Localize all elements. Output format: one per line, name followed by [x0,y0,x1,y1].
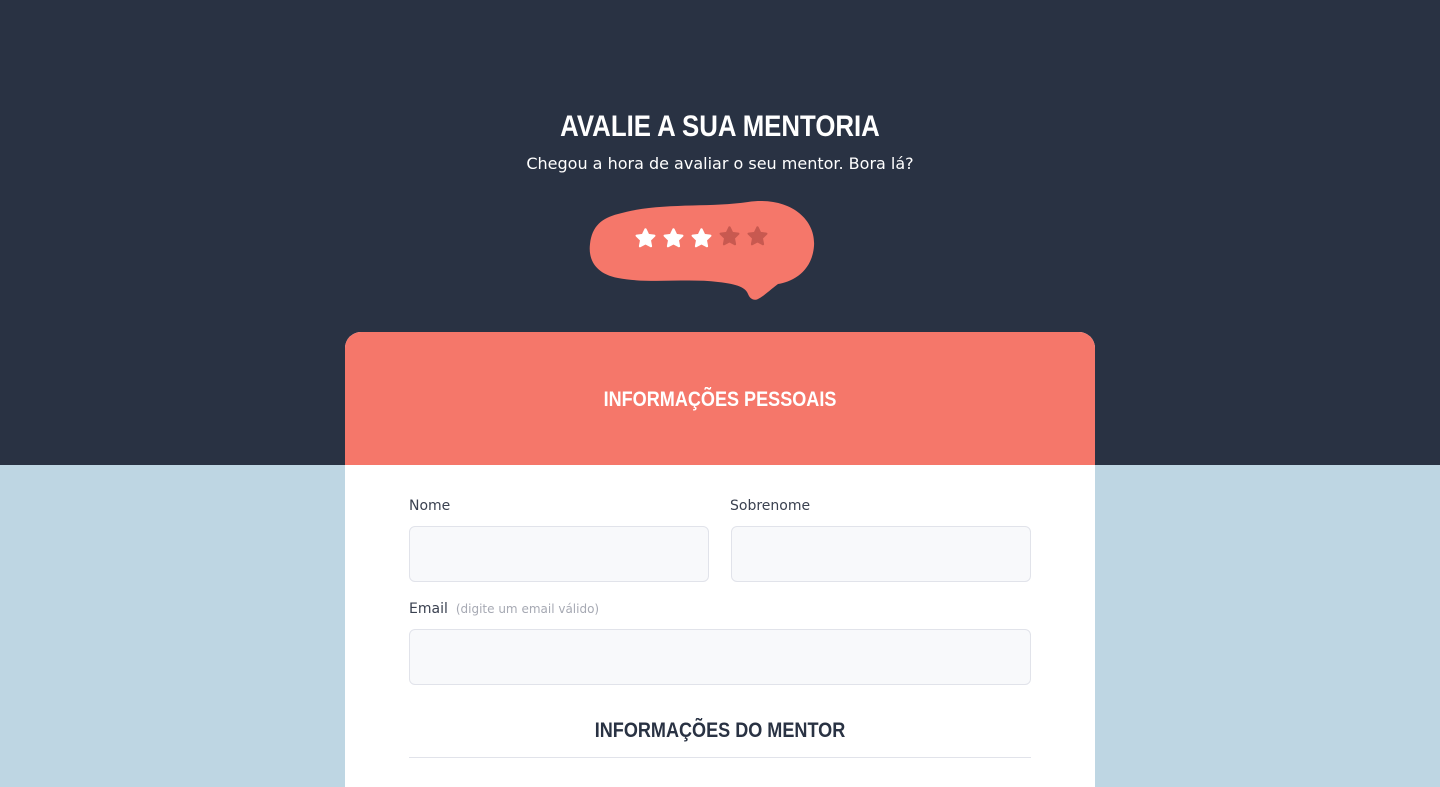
email-input[interactable] [409,629,1031,685]
star-icon[interactable] [690,227,713,250]
star-icon[interactable] [634,227,657,250]
card-header: INFORMAÇÕES PESSOAIS [345,332,1095,465]
personal-info-title: INFORMAÇÕES PESSOAIS [603,388,837,411]
page-title: AVALIE A SUA MENTORIA [560,110,880,143]
last-name-label: Sobrenome [730,498,811,514]
review-form-card: INFORMAÇÕES PESSOAIS Nome Sobrenome Emai… [345,332,1095,787]
star-rating[interactable] [634,225,769,250]
email-label: Email [409,601,448,617]
page-subtitle: Chegou a hora de avaliar o seu mentor. B… [526,154,914,173]
mentor-info-title: INFORMAÇÕES DO MENTOR [594,719,846,742]
speech-bubble-icon [589,201,815,300]
first-name-label: Nome [409,498,451,514]
star-icon[interactable] [746,225,769,248]
section-divider [409,757,1031,758]
star-icon[interactable] [662,227,685,250]
star-icon[interactable] [718,225,741,248]
email-label-row: Email (digite um email válido) [409,601,599,617]
first-name-input[interactable] [409,526,709,582]
page: AVALIE A SUA MENTORIA Chegou a hora de a… [0,0,1440,787]
last-name-input[interactable] [731,526,1031,582]
email-hint: (digite um email válido) [455,602,600,616]
